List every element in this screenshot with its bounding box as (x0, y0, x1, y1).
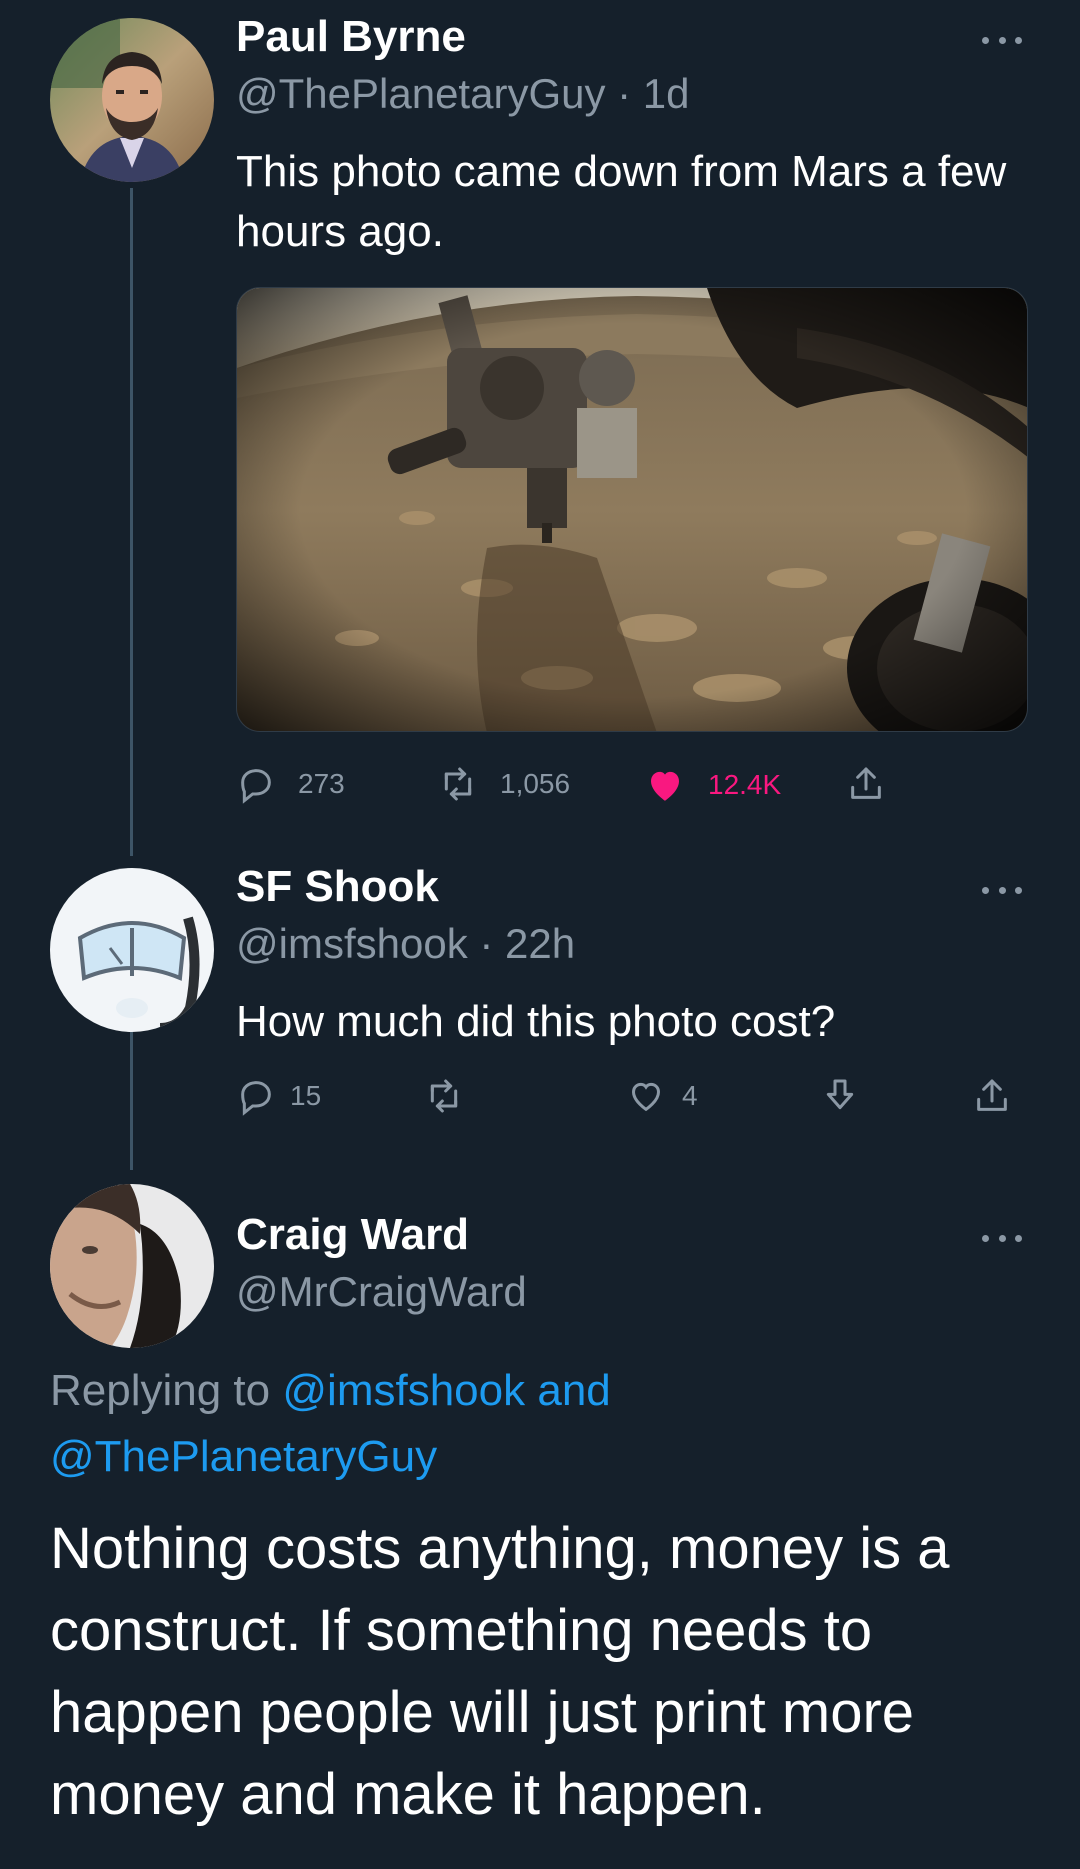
author-handle-row: @ThePlanetaryGuy · 1d (236, 70, 690, 118)
thread-line (130, 1032, 133, 1170)
retweet-count: 1,056 (500, 768, 571, 799)
author-name[interactable]: Craig Ward (236, 1210, 469, 1260)
author-name[interactable]: Paul Byrne (236, 12, 466, 62)
retweet-button[interactable]: 1,056 (438, 764, 570, 804)
mention-link[interactable]: @ThePlanetaryGuy (50, 1432, 437, 1481)
tweet-text: This photo came down from Mars a few hou… (236, 147, 1007, 256)
mention-link[interactable]: @imsfshook (282, 1366, 525, 1415)
replying-to: Replying to @imsfshook and @ThePlanetary… (50, 1358, 1030, 1490)
reply-count: 273 (298, 768, 345, 799)
reply-icon (241, 769, 271, 804)
share-button[interactable] (972, 1076, 1012, 1116)
reply-button[interactable]: 15 (236, 1076, 321, 1116)
tweet-text: How much did this photo cost? (236, 997, 836, 1046)
tweet-time[interactable]: · 22h (479, 920, 575, 967)
share-icon (851, 767, 881, 799)
more-options-icon[interactable] (982, 1232, 1022, 1244)
heart-filled-icon (651, 771, 679, 801)
thread-line (130, 188, 133, 856)
retweet-icon (444, 767, 472, 801)
retweet-icon (430, 1079, 458, 1113)
author-handle[interactable]: @MrCraigWard (236, 1268, 527, 1316)
download-button[interactable] (820, 1076, 860, 1116)
share-icon (977, 1079, 1007, 1111)
reply-icon (241, 1081, 271, 1116)
replying-and[interactable]: and (537, 1366, 610, 1415)
share-button[interactable] (846, 764, 886, 804)
author-handle[interactable]: @imsfshook (236, 920, 468, 967)
reply-button[interactable]: 273 (236, 764, 345, 804)
like-button[interactable]: 12.4K (644, 764, 781, 806)
like-count: 4 (682, 1080, 698, 1111)
retweet-button[interactable] (424, 1076, 464, 1116)
heart-icon (631, 1082, 661, 1112)
tweet-time[interactable]: · 1d (617, 70, 689, 117)
like-button[interactable]: 4 (626, 1076, 698, 1116)
download-icon (826, 1079, 854, 1110)
avatar[interactable] (50, 1184, 214, 1348)
avatar[interactable] (50, 868, 214, 1032)
avatar[interactable] (50, 18, 214, 182)
mars-rover-photo[interactable] (236, 287, 1028, 732)
tweet-text: Nothing costs anything, money is a const… (50, 1516, 950, 1827)
like-count: 12.4K (708, 769, 782, 800)
more-options-icon[interactable] (982, 34, 1022, 46)
replying-prefix: Replying to (50, 1366, 271, 1415)
author-handle-row: @imsfshook · 22h (236, 920, 575, 968)
author-name[interactable]: SF Shook (236, 862, 439, 912)
more-options-icon[interactable] (982, 884, 1022, 896)
reply-count: 15 (290, 1080, 322, 1111)
author-handle[interactable]: @ThePlanetaryGuy (236, 70, 605, 117)
